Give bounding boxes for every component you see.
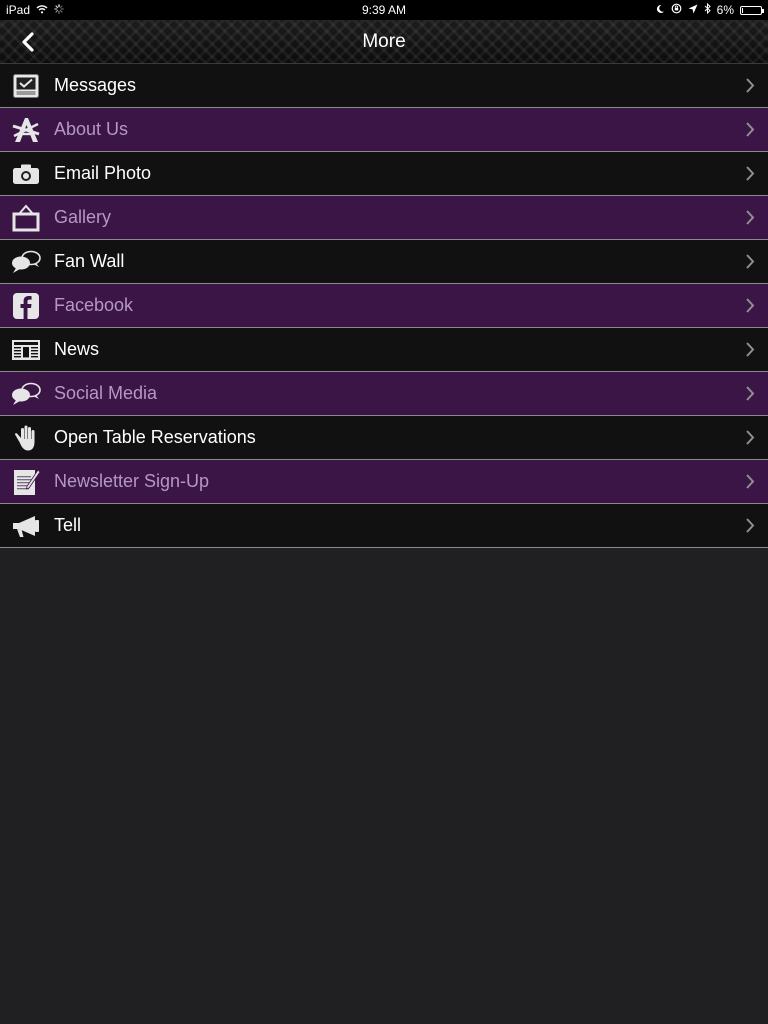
battery-percent: 6% xyxy=(716,3,734,17)
menu-item-label: Facebook xyxy=(54,295,134,315)
navigation-bar: More xyxy=(0,20,768,64)
menu-item-fan-wall[interactable]: Fan Wall xyxy=(0,240,768,284)
menu-item-tell[interactable]: Tell xyxy=(0,504,768,548)
battery-icon xyxy=(740,5,764,15)
menu-item-label: Open Table Reservations xyxy=(54,427,256,447)
rotation-lock-icon xyxy=(671,3,682,17)
newspaper-icon xyxy=(11,336,41,364)
chevron-right-icon xyxy=(746,122,755,137)
menu-item-news[interactable]: News xyxy=(0,328,768,372)
chevron-right-icon xyxy=(746,342,755,357)
gallery-icon xyxy=(11,203,41,232)
note-pencil-icon xyxy=(11,468,41,496)
page-title: More xyxy=(362,31,406,52)
menu-item-newsletter-sign-up[interactable]: Newsletter Sign-Up xyxy=(0,460,768,504)
menu-item-label: Newsletter Sign-Up xyxy=(54,471,210,491)
menu-item-label: News xyxy=(54,339,100,359)
inbox-icon xyxy=(11,72,41,100)
chevron-right-icon xyxy=(746,430,755,445)
menu-item-email-photo[interactable]: Email Photo xyxy=(0,152,768,196)
menu-item-messages[interactable]: Messages xyxy=(0,64,768,108)
menu-item-label: Fan Wall xyxy=(54,251,125,271)
status-time: 9:39 AM xyxy=(361,3,407,17)
camera-icon xyxy=(11,160,41,188)
moon-icon xyxy=(655,3,665,17)
megaphone-icon xyxy=(11,512,41,540)
menu-item-gallery[interactable]: Gallery xyxy=(0,196,768,240)
battery-fill xyxy=(742,7,743,13)
menu-item-label: Messages xyxy=(54,75,137,95)
location-arrow-icon xyxy=(688,3,698,17)
chevron-right-icon xyxy=(746,166,755,181)
chevron-right-icon xyxy=(746,210,755,225)
chevron-right-icon xyxy=(746,386,755,401)
menu-list: Messages About Us Email Photo Gallery Fa… xyxy=(0,64,768,548)
chevron-right-icon xyxy=(746,474,755,489)
bluetooth-icon xyxy=(704,2,711,17)
menu-item-label: Gallery xyxy=(54,207,112,227)
menu-item-label: Email Photo xyxy=(54,163,152,183)
hand-icon xyxy=(11,424,41,452)
menu-item-about-us[interactable]: About Us xyxy=(0,108,768,152)
menu-item-social-media[interactable]: Social Media xyxy=(0,372,768,416)
menu-item-label: Tell xyxy=(54,515,82,535)
facebook-icon xyxy=(11,292,41,320)
menu-item-facebook[interactable]: Facebook xyxy=(0,284,768,328)
chevron-right-icon xyxy=(746,78,755,93)
chevron-right-icon xyxy=(746,518,755,533)
status-bar: iPad 9:39 AM 6% xyxy=(0,0,768,20)
status-right: 6% xyxy=(655,2,764,17)
about-icon xyxy=(11,116,41,144)
chat-bubbles-icon xyxy=(11,380,41,408)
menu-item-label: About Us xyxy=(54,119,129,139)
menu-item-open-table-reservations[interactable]: Open Table Reservations xyxy=(0,416,768,460)
chevron-right-icon xyxy=(746,254,755,269)
chat-bubbles-icon xyxy=(11,248,41,276)
chevron-right-icon xyxy=(746,298,755,313)
menu-item-label: Social Media xyxy=(54,383,158,403)
